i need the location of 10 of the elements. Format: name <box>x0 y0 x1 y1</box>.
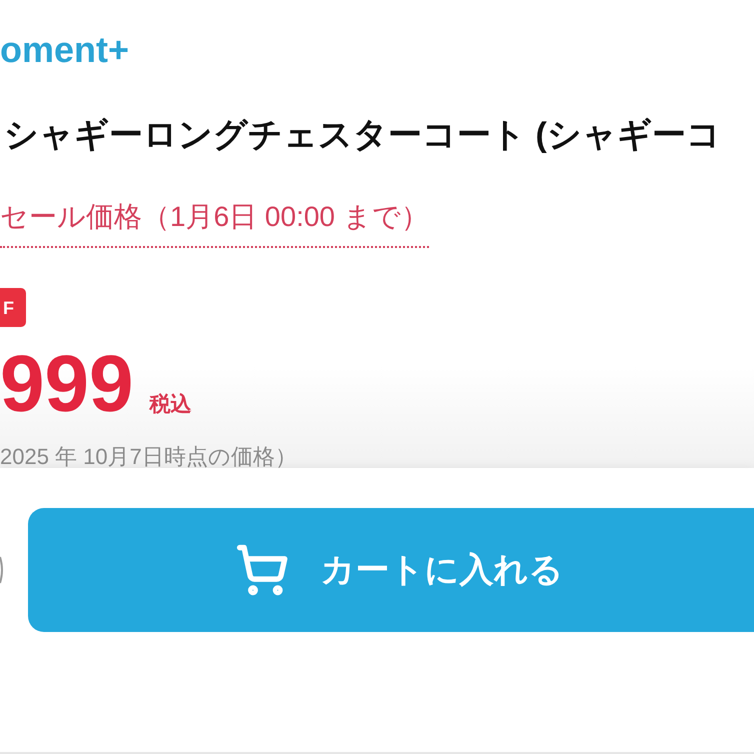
product-title: シャギーロングチェスターコート (シャギーコ <box>4 115 721 155</box>
tax-included-label: 税込 <box>149 394 192 415</box>
discount-badge: F <box>0 288 26 327</box>
sale-period-label: セール価格（1月6日 00:00 まで） <box>0 199 429 248</box>
cart-icon <box>234 543 288 597</box>
brand-logo-text: oment+ <box>0 32 130 68</box>
add-to-cart-button[interactable]: カートに入れる <box>28 508 754 632</box>
sale-price: 999 <box>0 344 134 424</box>
price-date-note: 2025 年 10月7日時点の価格） <box>0 446 297 468</box>
arc-icon <box>0 555 4 585</box>
